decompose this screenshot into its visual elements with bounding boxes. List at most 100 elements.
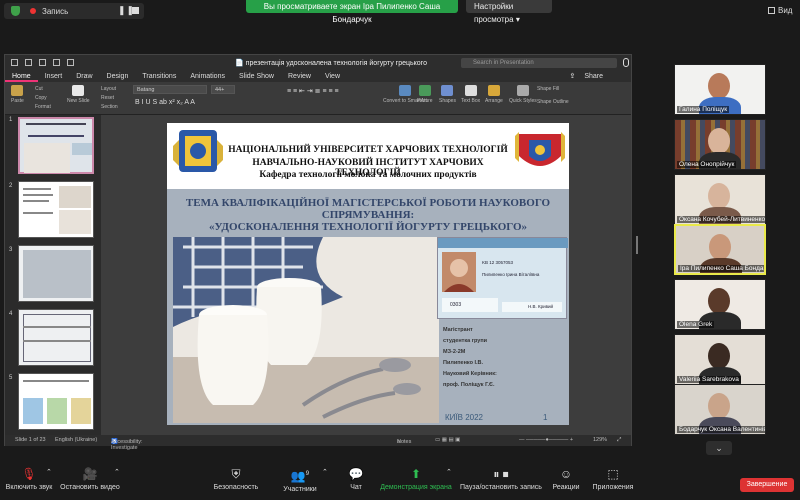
participant-tile[interactable]: Olena Grek (674, 279, 766, 330)
ppt-status-bar: Slide 1 of 23 English (Ukraine) ♿ Access… (5, 435, 631, 451)
end-meeting-button[interactable]: Завершение (740, 478, 794, 492)
chevron-down-icon: ▾ (515, 15, 520, 24)
tab-animations[interactable]: Animations (183, 71, 232, 82)
audio-options-caret[interactable]: ⌃ (46, 468, 52, 476)
paste-button[interactable]: Paste (11, 85, 24, 104)
participant-name: Olena Grek (677, 321, 715, 328)
section-button[interactable]: Section (101, 104, 118, 110)
theme-line: СПРЯМУВАННЯ: (321, 209, 415, 221)
slide-thumbnail-5[interactable] (18, 373, 94, 430)
picture-button[interactable]: Picture (417, 85, 433, 104)
home-icon[interactable] (25, 59, 32, 66)
view-settings-dropdown[interactable]: Настройки просмотра ▾ (466, 0, 552, 24)
zoom-top-bar: Запись ❚❚ Вы просматриваете экран Іра Пи… (0, 0, 800, 24)
slide-thumbnail-1[interactable] (18, 117, 94, 174)
language-indicator[interactable]: English (Ukraine) (55, 437, 97, 443)
participant-tile[interactable]: Valeriia Sarebrakova (674, 334, 766, 385)
thumb-text (23, 380, 89, 382)
paragraph-buttons[interactable]: ≡ ≡ ⇤ ⇥ ≣ ≡ ≡ ≡ (287, 87, 339, 95)
zoom-slider[interactable]: — ─────●───── + (519, 437, 573, 443)
cut-button[interactable]: Cut (35, 86, 43, 92)
fit-slide-icon[interactable]: ⤢ (617, 437, 621, 444)
pause-recording-button[interactable]: ⏸ ⏹ Пауза/остановить запись (458, 468, 544, 492)
format-painter-button[interactable]: Format (35, 104, 51, 110)
view-button[interactable]: Вид (768, 6, 792, 15)
participant-tile-active-speaker[interactable]: Іра Пилипенко Саша Бондарчук (674, 224, 766, 275)
thumb-text (23, 188, 51, 190)
participant-name: Оксана Кочубей-Литвиненко (677, 216, 765, 223)
shapes-label: Shapes (439, 98, 456, 104)
participants-button[interactable]: 👥9 Участники (278, 468, 322, 494)
tab-design[interactable]: Design (100, 71, 136, 82)
layout-button[interactable]: Layout (101, 86, 116, 92)
paste-label: Paste (11, 98, 24, 104)
tab-insert[interactable]: Insert (38, 71, 70, 82)
save-icon[interactable] (39, 59, 46, 66)
participants-options-caret[interactable]: ⌃ (322, 468, 328, 476)
font-format-buttons[interactable]: B I U S ab x² x₂ A A (135, 99, 195, 106)
quick-styles-button[interactable]: Quick Styles (509, 85, 537, 104)
reactions-button[interactable]: ☺ Реакции (548, 468, 584, 492)
font-size-select[interactable]: 44+ (211, 85, 235, 94)
tab-view[interactable]: View (318, 71, 347, 82)
slide-number: 1 (9, 117, 13, 123)
info-line: проф. Поліщук Г.Є. (443, 382, 495, 388)
split-scrollbar-handle[interactable] (636, 236, 638, 254)
theme-line: «УДОСКОНАЛЕННЯ ТЕХНОЛОГІЇ ЙОГУРТУ ГРЕЦЬК… (208, 221, 528, 233)
participant-tile[interactable]: Оксана Кочубей-Литвиненко (674, 174, 766, 225)
participant-face (708, 288, 730, 314)
current-slide[interactable]: НАЦІОНАЛЬНИЙ УНІВЕРСИТЕТ ХАРЧОВИХ ТЕХНОЛ… (167, 123, 569, 425)
scroll-participants-down-button[interactable]: ⌄ (706, 441, 732, 455)
slide-number: 5 (9, 375, 13, 381)
ppt-share-button[interactable]: ⇪ Share (563, 71, 618, 82)
video-camera-icon: 🎥 (82, 467, 98, 481)
dictate-icon[interactable] (623, 58, 629, 67)
slide-thumbnail-3[interactable] (18, 245, 94, 302)
recording-label: Запись (42, 6, 69, 16)
security-button[interactable]: ⛨ Безопасность (212, 468, 260, 492)
participant-face (709, 234, 731, 260)
stop-video-button[interactable]: 🎥 Остановить видео (60, 467, 120, 492)
redo-icon[interactable] (67, 59, 74, 66)
view-mode-buttons[interactable]: ▭ ▦ ▤ ▣ (435, 437, 460, 443)
video-options-caret[interactable]: ⌃ (114, 468, 120, 476)
security-label: Безопасность (213, 484, 259, 491)
recording-indicator[interactable]: Запись ❚❚ (4, 3, 144, 19)
participant-face (708, 343, 730, 369)
participant-tile[interactable]: Олена Онопрійчук (674, 119, 766, 170)
zoom-level[interactable]: 129% (593, 437, 607, 443)
yogurt-photo (173, 237, 439, 423)
reset-button[interactable]: Reset (101, 95, 114, 101)
slide-counter: Slide 1 of 23 (15, 437, 46, 443)
stop-recording-icon[interactable] (132, 7, 139, 14)
quick-styles-label: Quick Styles (509, 98, 537, 104)
share-screen-button[interactable]: ⬆ Демонстрация экрана (380, 468, 452, 492)
apps-button[interactable]: ⬚ Приложения (590, 468, 636, 492)
shapes-icon (441, 85, 454, 96)
chat-button[interactable]: 💬 Чат (342, 468, 370, 492)
tab-home[interactable]: Home (5, 71, 38, 82)
undo-icon[interactable] (53, 59, 60, 66)
arrange-button[interactable]: Arrange (485, 85, 503, 104)
info-line: Магістрант (443, 327, 473, 333)
tab-draw[interactable]: Draw (69, 71, 99, 82)
text-box-button[interactable]: Text Box (461, 85, 480, 104)
tab-slide-show[interactable]: Slide Show (232, 71, 281, 82)
new-slide-button[interactable]: New Slide (67, 85, 90, 104)
thumb-image (72, 143, 92, 155)
participant-tile[interactable]: Галина Поліщук (674, 64, 766, 115)
institute-emblem (513, 126, 567, 176)
ppt-search-input[interactable]: Search in Presentation (461, 58, 617, 68)
slide-thumbnail-4[interactable] (18, 309, 94, 366)
tab-review[interactable]: Review (281, 71, 318, 82)
font-family-select[interactable]: Batang (133, 85, 207, 94)
slide-thumbnail-2[interactable] (18, 181, 94, 238)
shape-fill-button[interactable]: Shape Fill (537, 86, 559, 92)
shapes-button[interactable]: Shapes (439, 85, 456, 104)
tab-transitions[interactable]: Transitions (135, 71, 183, 82)
shape-outline-button[interactable]: Shape Outline (537, 99, 569, 105)
copy-button[interactable]: Copy (35, 95, 47, 101)
autosave-icon[interactable] (11, 59, 18, 66)
participant-tile[interactable]: Бодарчук Оксана Валентинівна (674, 384, 766, 435)
share-options-caret[interactable]: ⌃ (446, 468, 452, 476)
